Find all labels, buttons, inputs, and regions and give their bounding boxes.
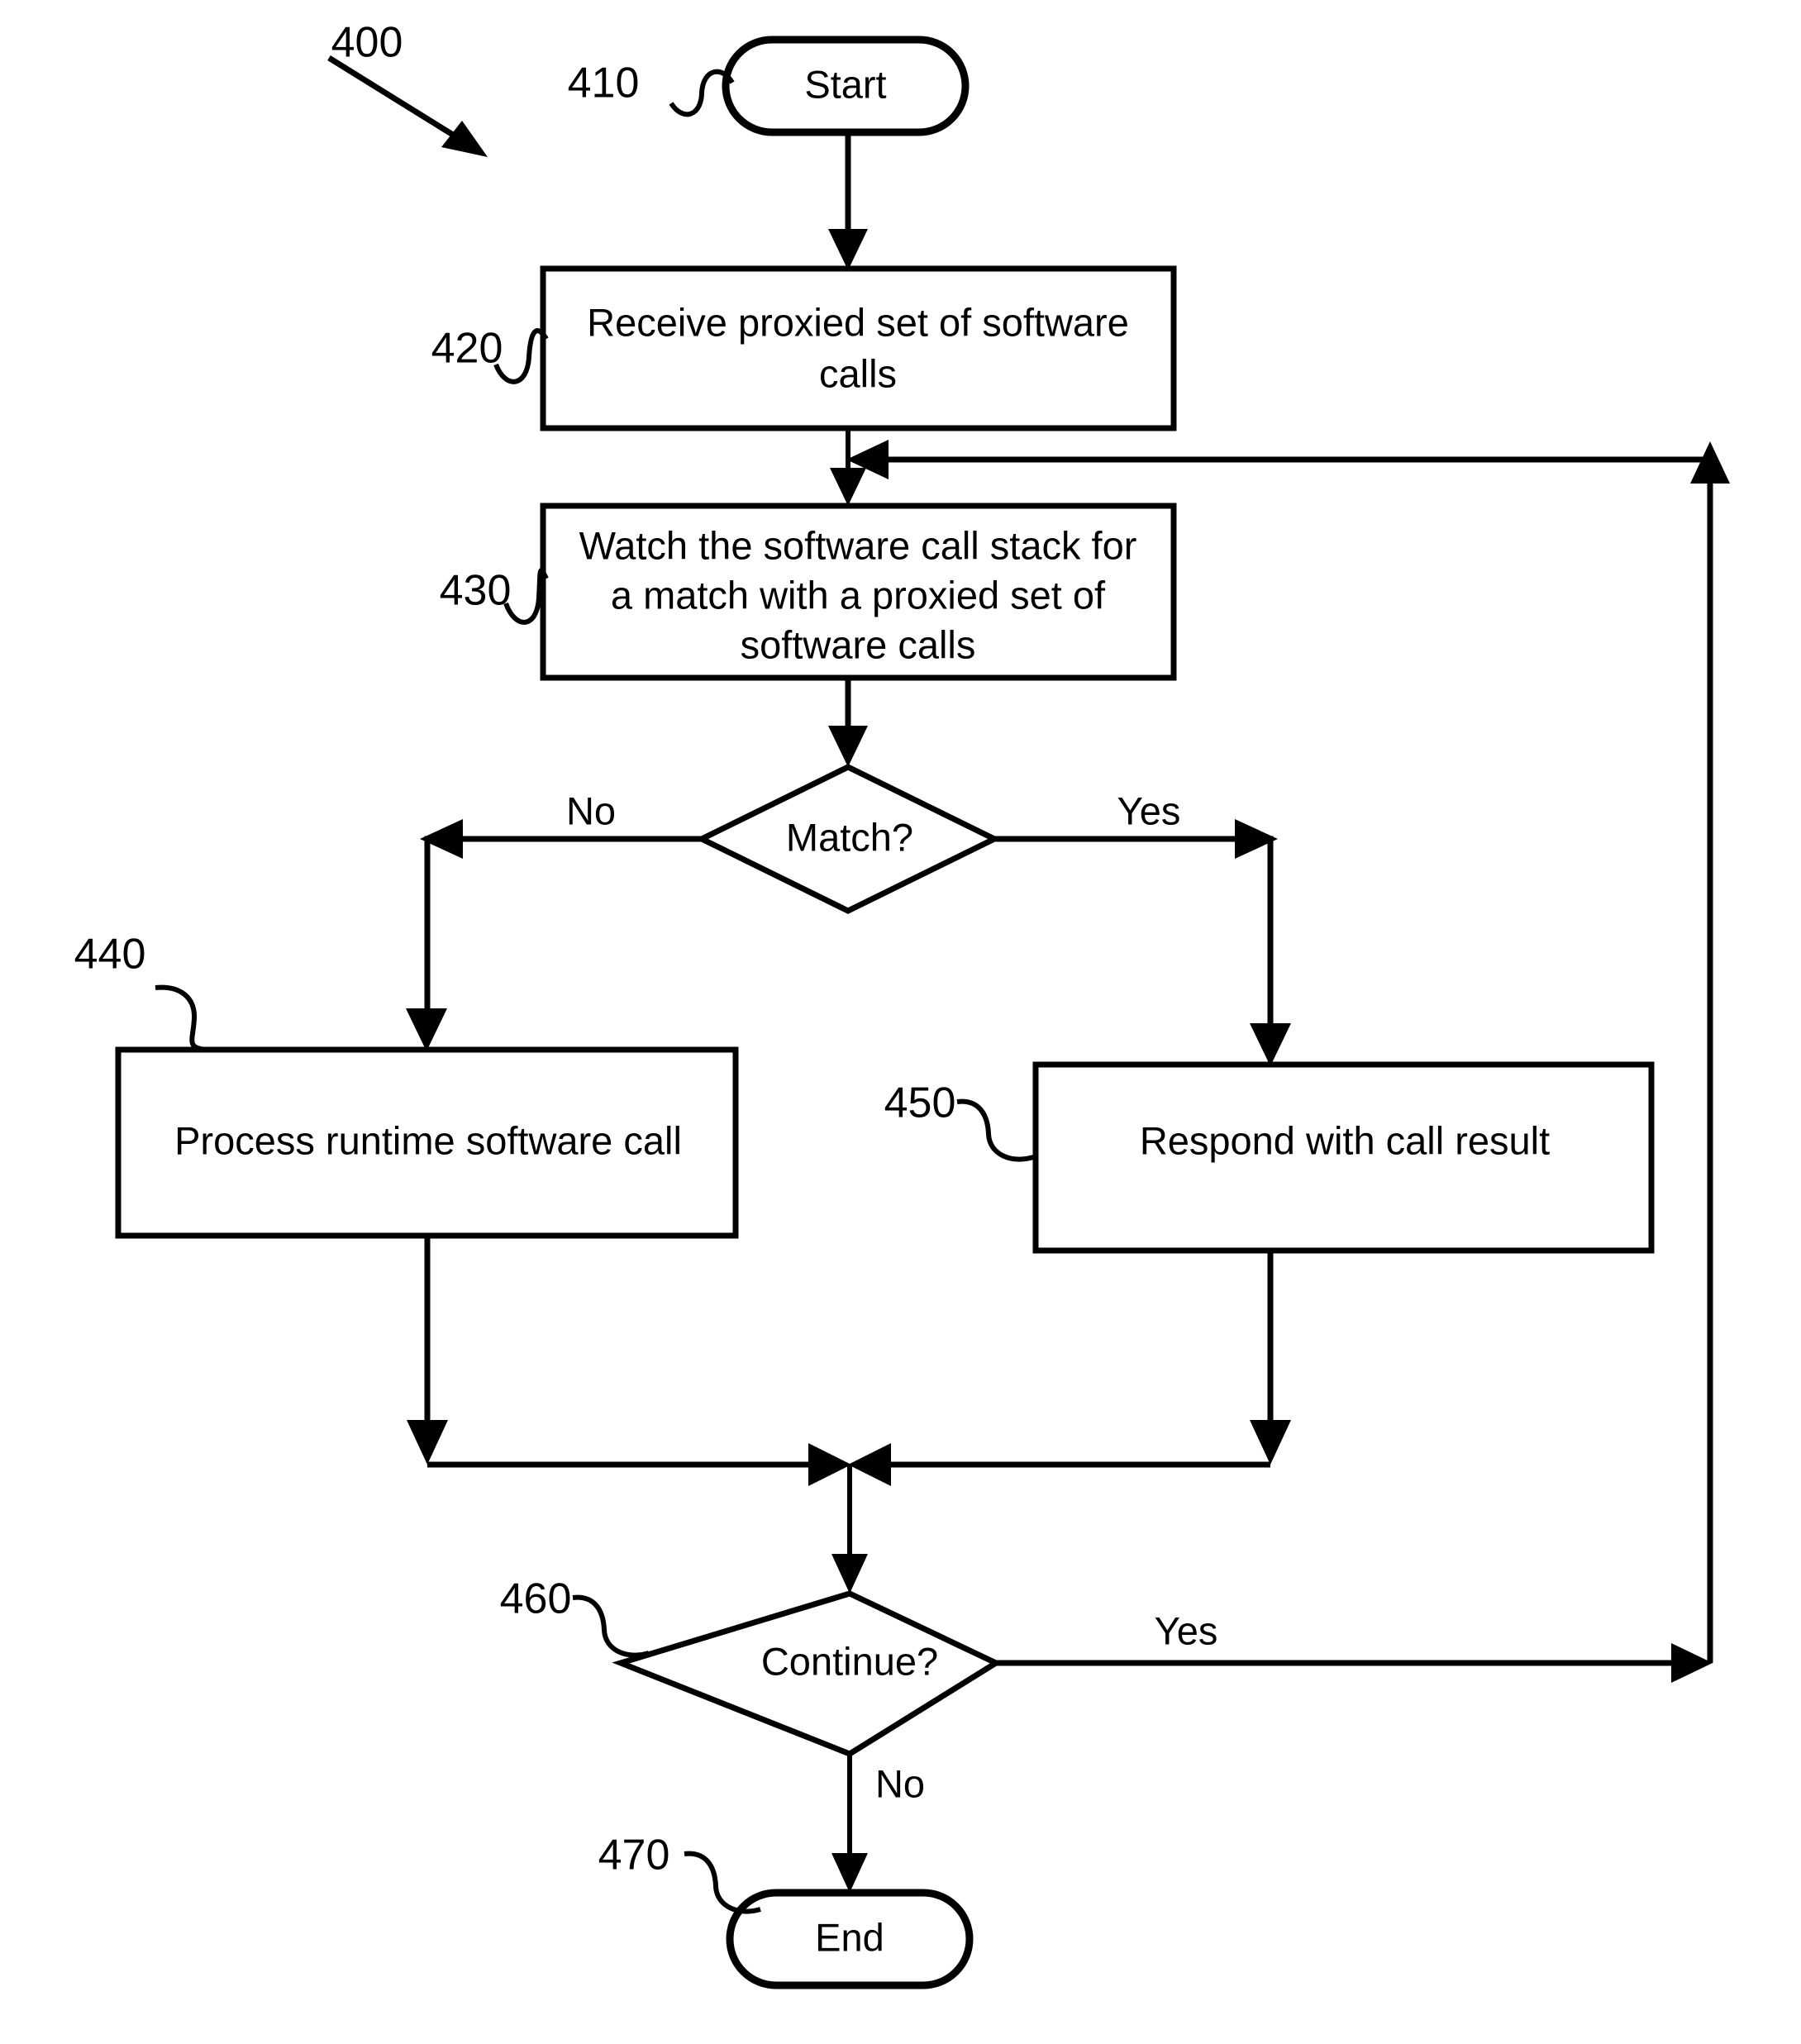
- ref-leader-450: 450: [884, 1079, 1034, 1162]
- node-end-label: End: [815, 1915, 884, 1959]
- node-watch-line2: a match with a proxied set of: [611, 573, 1106, 617]
- ref-label-450: 450: [884, 1079, 956, 1127]
- flowchart-svg: Start Receive proxied set of software ca…: [74, 19, 1730, 1989]
- ref-label-460: 460: [500, 1575, 572, 1623]
- node-receive-line1: Receive proxied set of software: [587, 300, 1129, 344]
- ref-leader-420: 420: [431, 325, 549, 384]
- node-watch-line1: Watch the software call stack for: [579, 523, 1137, 567]
- node-process-runtime-call[interactable]: Process runtime software call: [115, 1046, 739, 1239]
- ref-leader-430: 430: [440, 567, 549, 625]
- edge-label-match-no: No: [566, 789, 616, 832]
- edge-receive-to-watch: [830, 428, 866, 506]
- edge-watch-to-match: [828, 678, 868, 767]
- ref-leader-440: 440: [74, 931, 207, 1052]
- node-continue-decision[interactable]: Continue?: [612, 1590, 1003, 1757]
- node-respond-call-result[interactable]: Respond with call result: [1032, 1061, 1655, 1254]
- ref-leader-410: 410: [568, 60, 735, 117]
- ref-label-410: 410: [568, 60, 640, 107]
- node-watch-call-stack[interactable]: Watch the software call stack for a matc…: [540, 503, 1177, 681]
- ref-label-400: 400: [331, 19, 403, 67]
- ref-label-420: 420: [431, 325, 503, 373]
- node-watch-line3: software calls: [741, 622, 976, 666]
- figure-canvas: Start Receive proxied set of software ca…: [0, 0, 1801, 2044]
- node-end[interactable]: End: [726, 1889, 974, 1989]
- node-receive-proxied-calls[interactable]: Receive proxied set of software calls: [540, 265, 1177, 431]
- edge-match-no: [406, 819, 706, 1051]
- edge-label-continue-yes: Yes: [1155, 1608, 1218, 1652]
- edge-continue-yes: [992, 1643, 1713, 1683]
- edge-match-yes: [992, 819, 1291, 1066]
- edge-respond-to-merge: [848, 1251, 1291, 1486]
- ref-leader-470: 470: [598, 1832, 761, 1914]
- ref-label-440: 440: [74, 931, 146, 979]
- node-start-label: Start: [804, 62, 886, 106]
- edge-continue-no: [831, 1754, 868, 1893]
- edge-start-to-receive: [828, 132, 868, 270]
- ref-label-470: 470: [598, 1832, 670, 1880]
- edge-label-match-yes: Yes: [1117, 789, 1181, 832]
- node-start[interactable]: Start: [722, 36, 970, 136]
- ref-leader-460: 460: [500, 1575, 650, 1658]
- node-process-label: Process runtime software call: [174, 1118, 682, 1162]
- edge-label-continue-no: No: [875, 1761, 925, 1805]
- ref-label-430: 430: [440, 567, 512, 615]
- figure-ref-400-arrow: [327, 55, 488, 157]
- node-receive-line2: calls: [819, 351, 897, 395]
- node-match-label: Match?: [786, 815, 913, 859]
- edge-process-to-merge: [407, 1236, 851, 1486]
- node-continue-label: Continue?: [761, 1639, 938, 1683]
- node-match-decision[interactable]: Match?: [695, 764, 1001, 914]
- edge-merge-to-continue: [831, 1465, 868, 1594]
- node-respond-label: Respond with call result: [1140, 1118, 1550, 1162]
